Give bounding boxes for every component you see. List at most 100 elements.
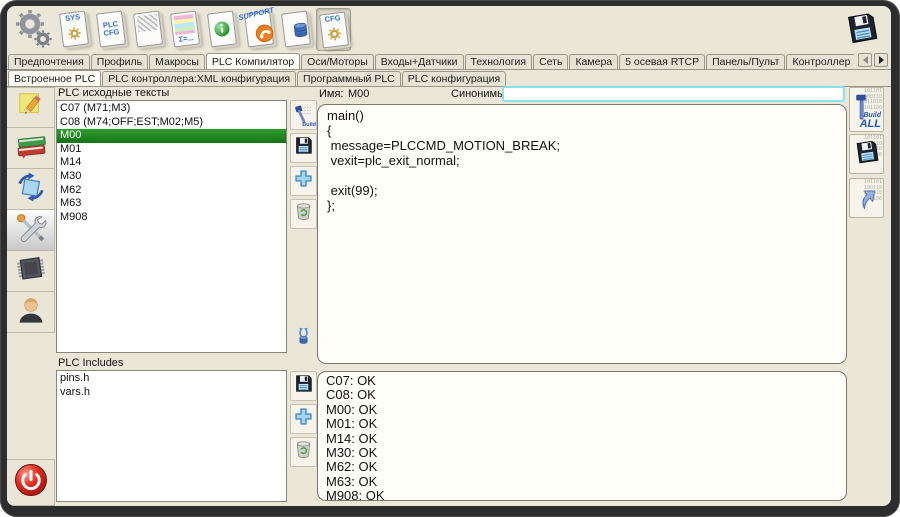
- refresh-button[interactable]: [7, 169, 55, 210]
- window-content: SYS PLC CFG Σ=..: [7, 6, 891, 506]
- plc-sub-tabs: Встроенное PLCPLC контроллера:XML конфиг…: [8, 70, 891, 86]
- floppy-save-icon: [293, 135, 314, 161]
- tab[interactable]: Технология: [465, 54, 533, 69]
- trash-icon: [293, 201, 314, 227]
- chip-icon: [15, 253, 47, 290]
- sys-config-button[interactable]: SYS: [57, 8, 92, 51]
- application-window: SYS PLC CFG Σ=..: [0, 0, 900, 517]
- cfg-doc-icon: CFG: [319, 11, 349, 48]
- tab[interactable]: Профиль: [91, 54, 148, 69]
- save-source-button[interactable]: [290, 133, 317, 163]
- left-sidebar: [7, 87, 55, 506]
- include-item[interactable]: pins.h: [57, 372, 286, 386]
- send-to-controller-button[interactable]: 101101 100110 011010 101100: [849, 178, 884, 218]
- library-button[interactable]: [7, 128, 55, 169]
- db-up-arrows-icon: [293, 325, 314, 351]
- build-all-button[interactable]: 101101 100110 011010 101100 Build ALL: [849, 87, 884, 132]
- plc-sub-tab-bar: Встроенное PLCPLC контроллера:XML конфиг…: [7, 70, 891, 87]
- sigma-report-button[interactable]: Σ=...: [168, 8, 203, 51]
- delete-source-button[interactable]: [290, 199, 317, 229]
- main-area: PLC исходные тексты C07 (M71;M3)C08 (M74…: [55, 87, 891, 506]
- hardware-button[interactable]: [7, 251, 55, 292]
- curved-arrow-icon: [854, 183, 880, 214]
- delete-include-button[interactable]: [290, 437, 317, 467]
- source-item[interactable]: M01: [57, 143, 286, 157]
- plc-cfg-doc-label: PLC CFG: [98, 19, 124, 38]
- add-include-button[interactable]: [290, 404, 317, 434]
- subtab[interactable]: PLC конфигурация: [402, 71, 506, 86]
- info-doc-button[interactable]: [205, 8, 240, 51]
- build-label: Build: [302, 123, 316, 128]
- include-item[interactable]: vars.h: [57, 386, 286, 400]
- source-item[interactable]: M00: [57, 129, 286, 143]
- support-label: SUPPORT: [238, 6, 275, 22]
- tab[interactable]: Панель/Пульт: [706, 54, 785, 69]
- pattern-doc-button[interactable]: [131, 8, 166, 51]
- plc-sources-list[interactable]: C07 (M71;M3)C08 (M74;OFF;EST;M02;M5)M00M…: [56, 100, 287, 353]
- save-include-button[interactable]: [290, 371, 317, 401]
- gear-icon: [66, 25, 83, 45]
- sigma-doc-icon: Σ=...: [170, 10, 200, 47]
- source-item[interactable]: C08 (M74;OFF;EST;M02;M5): [57, 116, 286, 130]
- source-item[interactable]: M908: [57, 211, 286, 225]
- subtab[interactable]: PLC контроллера:XML конфигурация: [102, 71, 296, 86]
- wrench-screwdriver-icon: [15, 212, 47, 249]
- tab[interactable]: PLC Компилятор: [206, 53, 300, 69]
- tools-button[interactable]: [7, 210, 55, 251]
- main-tabs: ПредпочтенияПрофильМакросыPLC Компилятор…: [8, 52, 854, 69]
- source-item[interactable]: M30: [57, 170, 286, 184]
- body-row: PLC исходные тексты C07 (M71;M3)C08 (M74…: [7, 87, 891, 506]
- support-button[interactable]: SUPPORT: [242, 8, 277, 51]
- source-item[interactable]: M14: [57, 156, 286, 170]
- tab[interactable]: Входы+Датчики: [375, 54, 464, 69]
- output-line: M00: OK: [326, 403, 838, 417]
- subtab[interactable]: Программный PLC: [297, 71, 401, 86]
- database-doc-icon: [281, 10, 311, 47]
- rotate-arrows-icon: [15, 171, 47, 208]
- user-button[interactable]: [7, 292, 55, 333]
- sys-doc-icon: SYS: [59, 10, 89, 47]
- tab[interactable]: Макросы: [149, 54, 205, 69]
- main-toolbar: SYS PLC CFG Σ=..: [7, 6, 891, 52]
- plc-includes-list[interactable]: pins.hvars.h: [56, 370, 287, 502]
- person-icon: [15, 294, 47, 331]
- tab[interactable]: Контроллер: [786, 54, 854, 69]
- output-line: C07: OK: [326, 374, 838, 388]
- includes-panel-title: PLC Includes: [58, 357, 123, 369]
- phone-icon: [253, 22, 276, 47]
- plc-code-editor[interactable]: main() { message=PLCCMD_MOTION_BREAK; ve…: [317, 104, 847, 364]
- tab[interactable]: Предпочтения: [8, 54, 90, 69]
- tab-scroll-right-button[interactable]: [874, 53, 888, 67]
- power-button[interactable]: [7, 459, 55, 506]
- notes-button[interactable]: [7, 87, 55, 128]
- name-label: Имя:: [319, 88, 343, 100]
- save-config-button[interactable]: [839, 8, 885, 51]
- save-all-button[interactable]: 101101 100110 011010 101100: [849, 134, 884, 174]
- settings-gears-button[interactable]: [13, 8, 55, 50]
- synonyms-input[interactable]: [502, 86, 845, 102]
- database-button[interactable]: [279, 8, 314, 51]
- sync-up-button[interactable]: [290, 323, 317, 353]
- add-source-button[interactable]: [290, 166, 317, 196]
- build-source-button[interactable]: Build: [290, 100, 317, 130]
- tab[interactable]: Оси/Моторы: [301, 54, 374, 69]
- source-item[interactable]: C07 (M71;M3): [57, 102, 286, 116]
- source-item[interactable]: M63: [57, 197, 286, 211]
- plc-cfg-button[interactable]: PLC CFG: [94, 8, 129, 51]
- build-output[interactable]: C07: OKC08: OKM00: OKM01: OKM14: OKM30: …: [317, 371, 847, 501]
- output-line: C08: OK: [326, 388, 838, 402]
- plus-icon: [293, 168, 314, 194]
- main-tab-bar: ПредпочтенияПрофильМакросыPLC Компилятор…: [7, 52, 891, 70]
- tab-scroll-left-button[interactable]: [858, 53, 872, 67]
- output-line: M01: OK: [326, 417, 838, 431]
- source-item[interactable]: M62: [57, 184, 286, 198]
- subtab[interactable]: Встроенное PLC: [8, 70, 101, 86]
- output-line: M14: OK: [326, 432, 838, 446]
- tab[interactable]: 5 осевая RTCP: [619, 54, 705, 69]
- tab[interactable]: Сеть: [533, 54, 568, 69]
- right-arrow-icon: [879, 56, 884, 64]
- tab[interactable]: Камера: [569, 54, 618, 69]
- cfg-button[interactable]: CFG: [316, 8, 351, 51]
- floppy-save-icon: [293, 373, 314, 399]
- sticky-note-pencil-icon: [16, 90, 46, 125]
